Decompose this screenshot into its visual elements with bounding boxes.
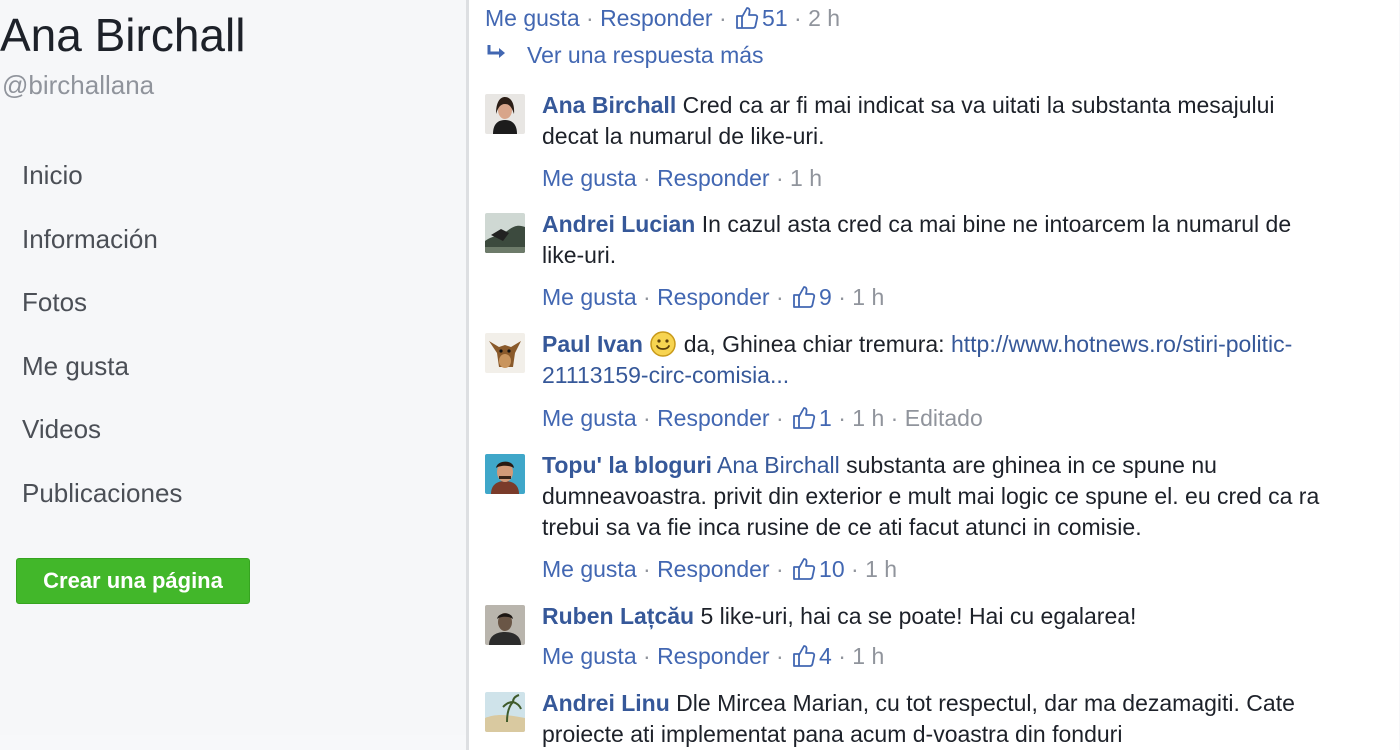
mention-tag[interactable]: Ana Birchall <box>717 452 840 478</box>
timestamp[interactable]: 1 h <box>790 165 822 191</box>
nav-item-inicio[interactable]: Inicio <box>22 156 182 220</box>
like-count[interactable]: 4 <box>819 643 832 669</box>
separator: · <box>775 643 784 669</box>
comment-actions: Me gusta · Responder · 1 · 1 h · Editado <box>542 405 983 436</box>
comment-author[interactable]: Andrei Linu <box>542 690 670 716</box>
nav-item-publicaciones[interactable]: Publicaciones <box>22 474 182 538</box>
comment-text: 5 like-uri, hai ca se poate! Hai cu egal… <box>700 603 1137 629</box>
thumbs-up-icon[interactable] <box>735 6 759 36</box>
avatar[interactable] <box>485 333 525 373</box>
avatar[interactable] <box>485 94 525 134</box>
reply-link[interactable]: Responder <box>657 405 770 431</box>
separator: · <box>838 284 846 310</box>
comment-actions: Me gusta · Responder · 4 · 1 h <box>542 643 884 674</box>
separator: · <box>586 5 594 31</box>
separator: · <box>775 405 784 431</box>
create-page-button[interactable]: Crear una página <box>16 558 250 604</box>
like-link[interactable]: Me gusta <box>542 556 637 582</box>
nav-item-fotos[interactable]: Fotos <box>22 283 182 347</box>
comment-author[interactable]: Ruben Lațcău <box>542 603 694 629</box>
reply-link[interactable]: Responder <box>657 284 770 310</box>
timestamp[interactable]: 2 h <box>808 5 840 31</box>
separator: · <box>890 405 899 431</box>
thumbs-up-icon[interactable] <box>792 557 816 587</box>
timestamp[interactable]: 1 h <box>852 643 884 669</box>
separator: · <box>643 284 651 310</box>
timestamp[interactable]: 1 h <box>852 284 884 310</box>
timestamp[interactable]: 1 h <box>852 405 884 431</box>
comment-author[interactable]: Andrei Lucian <box>542 211 695 237</box>
thumbs-up-icon[interactable] <box>792 406 816 436</box>
thumbs-up-icon[interactable] <box>792 644 816 674</box>
comment-body: Andrei Linu Dle Mircea Marian, cu tot re… <box>542 688 1322 750</box>
comment-actions: Me gusta · Responder · 1 h <box>542 165 822 192</box>
separator: · <box>643 165 651 191</box>
like-link[interactable]: Me gusta <box>542 284 637 310</box>
comment-body: Ruben Lațcău 5 like-uri, hai ca se poate… <box>542 601 1322 632</box>
comment-body: Topu' la bloguri Ana Birchall substanta … <box>542 450 1322 543</box>
avatar[interactable] <box>485 213 525 253</box>
like-link[interactable]: Me gusta <box>485 5 580 31</box>
avatar[interactable] <box>485 605 525 645</box>
nav-item-videos[interactable]: Videos <box>22 410 182 474</box>
more-replies-link[interactable]: Ver una respuesta más <box>485 42 764 69</box>
separator: · <box>718 5 727 31</box>
timestamp[interactable]: 1 h <box>865 556 897 582</box>
separator: · <box>838 643 846 669</box>
separator: · <box>775 556 784 582</box>
avatar[interactable] <box>485 692 525 732</box>
like-count[interactable]: 51 <box>762 5 788 31</box>
comment-body: Andrei Lucian In cazul asta cred ca mai … <box>542 209 1322 271</box>
like-link[interactable]: Me gusta <box>542 405 637 431</box>
nav-item-me-gusta[interactable]: Me gusta <box>22 347 182 411</box>
separator: · <box>643 405 651 431</box>
separator: · <box>838 405 846 431</box>
comment-text: da, Ghinea chiar tremura: <box>683 331 945 357</box>
comment-actions: Me gusta · Responder · 51 · 2 h <box>485 5 840 36</box>
like-link[interactable]: Me gusta <box>542 643 637 669</box>
avatar[interactable] <box>485 454 525 494</box>
separator: · <box>775 284 784 310</box>
page-handle[interactable]: @birchallana <box>2 70 154 101</box>
comment-author[interactable]: Topu' la bloguri <box>542 452 712 478</box>
edited-label[interactable]: Editado <box>905 405 983 431</box>
like-count[interactable]: 10 <box>819 556 845 582</box>
comment-actions: Me gusta · Responder · 9 · 1 h <box>542 284 884 315</box>
reply-arrow-icon <box>485 42 511 69</box>
separator: · <box>794 5 802 31</box>
separator: · <box>851 556 859 582</box>
like-count[interactable]: 9 <box>819 284 832 310</box>
comment-body: Ana Birchall Cred ca ar fi mai indicat s… <box>542 90 1322 152</box>
separator: · <box>775 165 784 191</box>
reply-link[interactable]: Responder <box>600 5 713 31</box>
like-link[interactable]: Me gusta <box>542 165 637 191</box>
page-nav: Inicio Información Fotos Me gusta Videos… <box>22 156 182 537</box>
comment-author[interactable]: Ana Birchall <box>542 92 676 118</box>
more-replies-label: Ver una respuesta más <box>527 42 764 68</box>
left-sidebar: Ana Birchall @birchallana Inicio Informa… <box>0 0 379 735</box>
comment-author[interactable]: Paul Ivan <box>542 331 643 357</box>
like-count[interactable]: 1 <box>819 405 832 431</box>
nav-item-informacion[interactable]: Información <box>22 220 182 284</box>
reply-link[interactable]: Responder <box>657 556 770 582</box>
separator: · <box>643 643 651 669</box>
separator: · <box>643 556 651 582</box>
thumbs-up-icon[interactable] <box>792 285 816 315</box>
page-title[interactable]: Ana Birchall <box>0 8 245 62</box>
comment-body: Paul Ivan da, Ghinea chiar tremura: http… <box>542 329 1322 391</box>
comment-actions: Me gusta · Responder · 10 · 1 h <box>542 556 897 587</box>
reply-link[interactable]: Responder <box>657 643 770 669</box>
reply-link[interactable]: Responder <box>657 165 770 191</box>
smiley-icon <box>649 330 677 358</box>
